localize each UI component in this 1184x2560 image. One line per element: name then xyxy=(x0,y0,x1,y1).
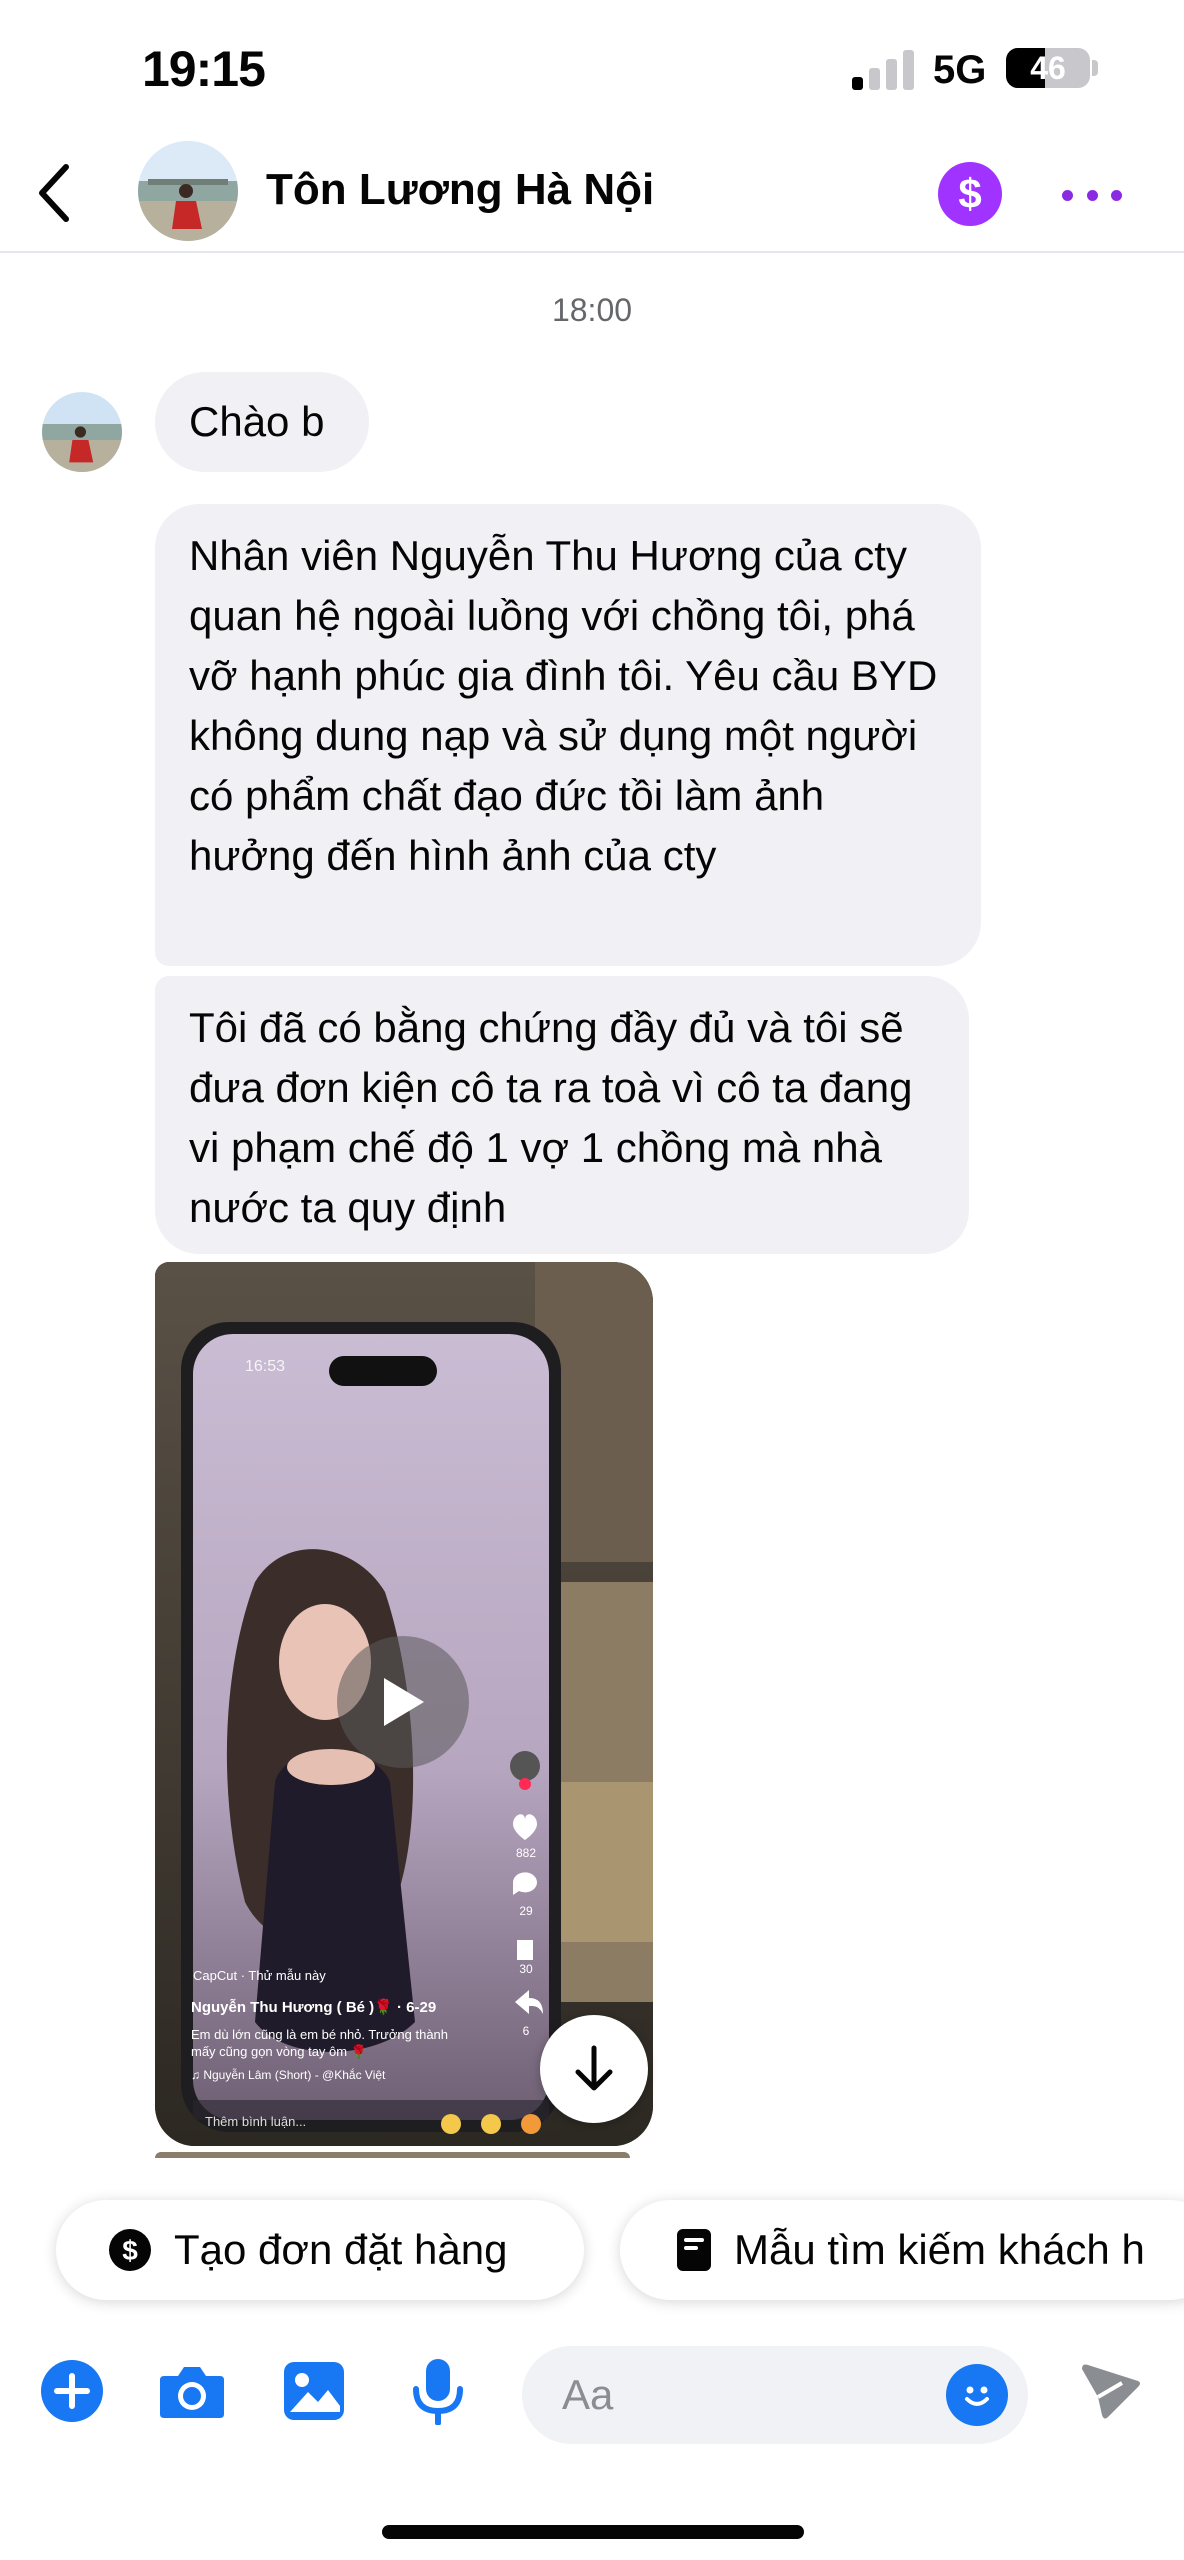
video-title: Nguyễn Thu Hương ( Bé )🌹 · 6-29 xyxy=(191,1999,437,2016)
contact-avatar[interactable] xyxy=(138,141,238,241)
dollar-icon: $ xyxy=(958,170,982,217)
signal-icon xyxy=(852,48,916,90)
video-comment-count: 29 xyxy=(519,1904,533,1918)
video-comment-input: Thêm bình luận... xyxy=(205,2114,307,2129)
sender-avatar[interactable] xyxy=(42,392,122,472)
contact-name[interactable]: Tôn Lương Hà Nội xyxy=(266,165,654,215)
video-caption: Em dù lớn cũng là em bé nhỏ. Trưởng thàn… xyxy=(191,2027,449,2059)
battery-tip xyxy=(1092,60,1098,76)
quick-reply-label: Tạo đơn đặt hàng xyxy=(174,2226,508,2273)
message-timestamp: 18:00 xyxy=(551,292,633,328)
svg-text:$: $ xyxy=(122,2235,138,2266)
quick-reply-customer-search-form[interactable]: Mẫu tìm kiếm khách h xyxy=(620,2200,1184,2300)
network-type: 5G xyxy=(933,48,987,92)
more-options-button[interactable] xyxy=(1062,175,1122,215)
home-indicator xyxy=(382,2525,804,2539)
video-brand: CapCut · Thử mẫu này xyxy=(193,1968,326,1983)
dot-icon xyxy=(1111,189,1122,201)
emoji-button[interactable] xyxy=(946,2364,1008,2426)
camera-button[interactable] xyxy=(158,2357,226,2425)
plus-icon xyxy=(41,2360,103,2422)
message-bubble[interactable]: Nhân viên Nguyễn Thu Hương của cty quan … xyxy=(155,504,981,966)
status-time: 19:15 xyxy=(142,41,266,97)
message-input[interactable] xyxy=(562,2346,942,2444)
play-button[interactable] xyxy=(337,1636,469,1768)
quick-reply-label: Mẫu tìm kiếm khách h xyxy=(734,2226,1145,2273)
next-attachment-edge xyxy=(155,2152,630,2158)
video-save-count: 30 xyxy=(519,1962,533,1976)
form-icon xyxy=(676,2228,712,2272)
smiley-icon xyxy=(965,2386,989,2406)
chevron-left-icon xyxy=(39,164,69,222)
arrow-down-icon xyxy=(575,2045,613,2091)
video-phone-time: 16:53 xyxy=(245,1358,286,1375)
message-input-container xyxy=(522,2346,1028,2444)
play-icon xyxy=(384,1678,424,1726)
add-button[interactable] xyxy=(38,2357,106,2425)
conversation-header: Tôn Lương Hà Nội $ xyxy=(0,135,1184,253)
battery-level: 46 xyxy=(1030,50,1066,86)
video-like-count: 882 xyxy=(515,1846,537,1860)
back-button[interactable] xyxy=(24,157,84,229)
camera-icon xyxy=(160,2367,224,2418)
send-icon xyxy=(1082,2364,1140,2419)
dot-icon xyxy=(1062,189,1073,201)
payment-button[interactable]: $ xyxy=(938,162,1002,226)
microphone-icon xyxy=(413,2359,463,2425)
dollar-circle-icon: $ xyxy=(108,2228,152,2272)
battery-icon: 46 xyxy=(1006,48,1090,88)
send-button[interactable] xyxy=(1076,2357,1144,2425)
voice-button[interactable] xyxy=(404,2357,472,2425)
image-icon xyxy=(284,2362,344,2420)
message-bubble[interactable]: Tôi đã có bằng chứng đầy đủ và tôi sẽ đư… xyxy=(155,976,969,1254)
message-bubble[interactable]: Chào b xyxy=(155,372,369,472)
gallery-button[interactable] xyxy=(280,2357,348,2425)
video-message[interactable]: 16:53 882 29 30 6 CapCut · Thử mẫu này N… xyxy=(155,1262,653,2146)
quick-reply-create-order[interactable]: $ Tạo đơn đặt hàng xyxy=(56,2200,584,2300)
dot-icon xyxy=(1086,189,1098,201)
video-music: ♫ Nguyễn Lâm (Short) - @Khắc Việt xyxy=(191,2068,386,2082)
scroll-to-bottom-button[interactable] xyxy=(540,2015,648,2123)
video-share-count: 6 xyxy=(522,2024,530,2038)
